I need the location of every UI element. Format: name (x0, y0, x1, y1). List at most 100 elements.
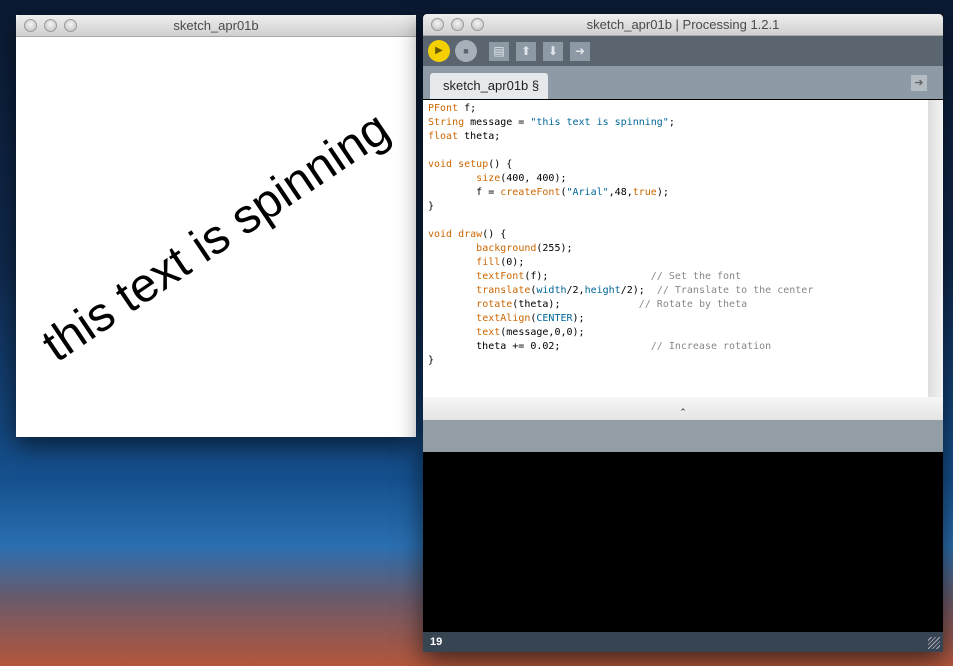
code-token: /2, (566, 285, 585, 296)
open-button[interactable]: ⬆ (516, 42, 536, 61)
code-token: text (476, 327, 501, 338)
code-line: textFont(f); // Set the font (428, 270, 928, 284)
code-line: f = createFont("Arial",48,true); (428, 186, 928, 200)
code-token: () { (482, 229, 507, 240)
ide-title: sketch_apr01b | Processing 1.2.1 (586, 17, 780, 32)
code-token: void (428, 229, 453, 240)
code-token: void (428, 159, 453, 170)
code-token: // Rotate by theta (638, 299, 748, 310)
arrow-right-icon: ➜ (914, 77, 924, 89)
status-bar: 19 (423, 632, 943, 652)
code-token: translate (476, 285, 531, 296)
code-token: true (632, 187, 657, 198)
code-token: theta; (458, 131, 501, 142)
code-token: (f); (524, 271, 651, 282)
code-token: // Increase rotation (650, 341, 772, 352)
code-token: f; (458, 103, 477, 114)
code-token: createFont (500, 187, 561, 198)
resize-grip-icon[interactable] (928, 637, 940, 649)
code-token: } (428, 355, 435, 366)
code-token: float (428, 131, 459, 142)
code-token: fill (476, 257, 501, 268)
code-token: ); (572, 313, 585, 324)
code-token: } (428, 201, 435, 212)
code-line: rotate(theta); // Rotate by theta (428, 298, 928, 312)
code-token: (0); (500, 257, 525, 268)
code-line: } (428, 354, 928, 368)
close-button[interactable] (24, 19, 37, 32)
console-divider[interactable]: ⌃ (423, 397, 943, 420)
code-token: message = (464, 117, 531, 128)
code-token: ); (656, 187, 669, 198)
code-line: float theta; (428, 130, 928, 144)
code-line: String message = "this text is spinning"… (428, 116, 928, 130)
code-line: void draw() { (428, 228, 928, 242)
code-token: // Translate to the center (656, 285, 814, 296)
export-button[interactable]: ➜ (570, 42, 590, 61)
tab-bar: sketch_apr01b § ➜ (423, 66, 943, 99)
ide-window: sketch_apr01b | Processing 1.2.1 ▶ ■ ▤ ⬆… (423, 14, 943, 652)
code-token: width (536, 285, 567, 296)
tab-sketch[interactable]: sketch_apr01b § (430, 73, 548, 99)
sketch-window: sketch_apr01b this text is spinning (16, 15, 416, 437)
code-line: size(400, 400); (428, 172, 928, 186)
code-token: PFont (428, 103, 459, 114)
new-button[interactable]: ▤ (489, 42, 509, 61)
open-icon: ⬆ (520, 44, 532, 58)
zoom-button[interactable] (471, 18, 484, 31)
code-token: theta += 0.02; (428, 341, 651, 352)
tab-menu-button[interactable]: ➜ (911, 75, 927, 91)
message-area (423, 420, 943, 452)
editor-scrollbar[interactable] (928, 100, 943, 397)
save-button[interactable]: ⬇ (543, 42, 563, 61)
console[interactable] (423, 452, 943, 632)
code-token: String (428, 117, 465, 128)
collapse-icon: ⌃ (679, 407, 687, 417)
export-icon: ➜ (574, 44, 586, 58)
close-button[interactable] (431, 18, 444, 31)
code-line: textAlign(CENTER); (428, 312, 928, 326)
code-token: () { (488, 159, 513, 170)
code-token: (message,0,0); (500, 327, 585, 338)
code-line: theta += 0.02; // Increase rotation (428, 340, 928, 354)
code-token: "Arial" (566, 187, 609, 198)
sketch-titlebar[interactable]: sketch_apr01b (16, 15, 416, 37)
run-button[interactable]: ▶ (428, 40, 450, 62)
code-token: background (476, 243, 537, 254)
zoom-button[interactable] (64, 19, 77, 32)
code-line: text(message,0,0); (428, 326, 928, 340)
code-token: (255); (536, 243, 573, 254)
code-line: } (428, 200, 928, 214)
run-icon: ▶ (435, 45, 443, 56)
minimize-button[interactable] (44, 19, 57, 32)
code-line: void setup() { (428, 158, 928, 172)
code-token: textAlign (476, 313, 531, 324)
code-token: (theta); (512, 299, 639, 310)
ide-titlebar[interactable]: sketch_apr01b | Processing 1.2.1 (423, 14, 943, 36)
code-line: translate(width/2,height/2); // Translat… (428, 284, 928, 298)
code-token: // Set the font (650, 271, 742, 282)
code-editor[interactable]: PFont f; String message = "this text is s… (423, 100, 928, 397)
minimize-button[interactable] (451, 18, 464, 31)
code-token: "this text is spinning" (530, 117, 669, 128)
code-token: (400, 400); (500, 173, 567, 184)
sketch-canvas[interactable]: this text is spinning (16, 37, 416, 437)
sketch-title: sketch_apr01b (173, 18, 259, 33)
code-line: fill(0); (428, 256, 928, 270)
code-token: CENTER (536, 313, 573, 324)
code-token: rotate (476, 299, 513, 310)
code-token: setup (458, 159, 489, 170)
new-icon: ▤ (493, 44, 505, 58)
stop-button[interactable]: ■ (455, 40, 477, 62)
code-token: draw (458, 229, 483, 240)
code-line: background(255); (428, 242, 928, 256)
